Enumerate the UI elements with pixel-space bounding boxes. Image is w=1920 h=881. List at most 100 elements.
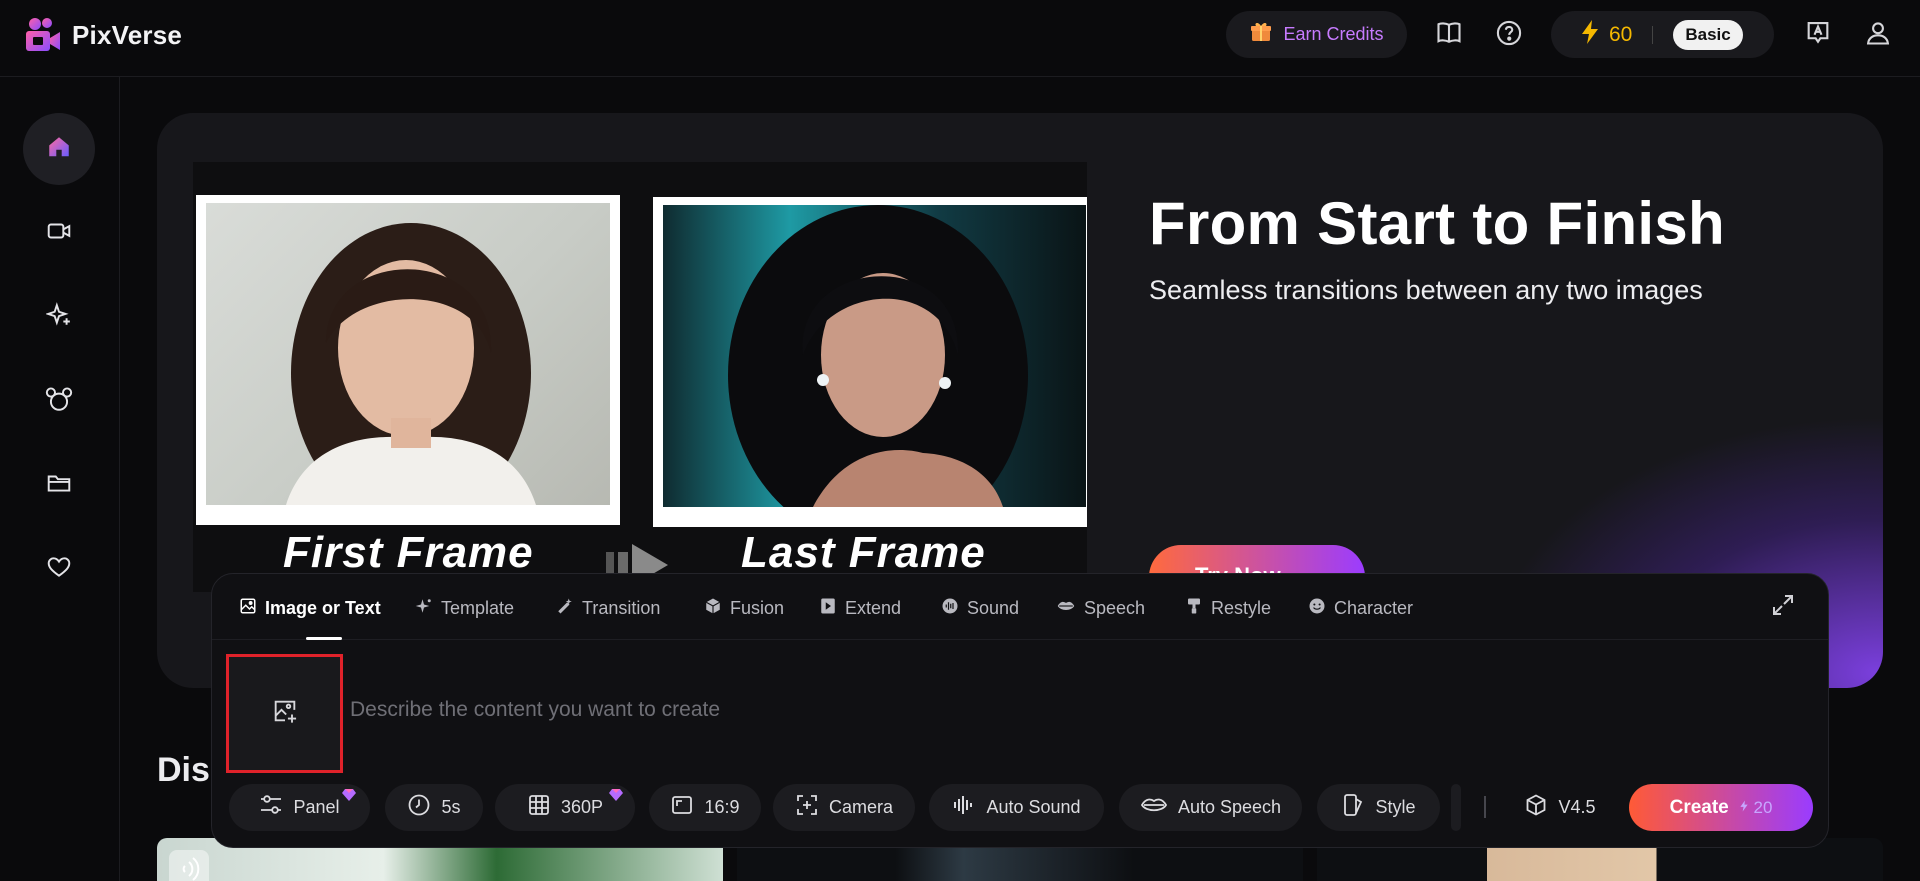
aspect-ratio-button[interactable]: 16:9 — [649, 784, 761, 831]
camera-label: Camera — [828, 797, 894, 817]
credits-count: 60 — [1609, 22, 1633, 46]
style-button[interactable]: Style — [1317, 784, 1440, 831]
more-options-peek[interactable] — [1451, 784, 1461, 831]
credits-divider — [1652, 25, 1654, 44]
composer-panel: Image or Text Template Transition Fusion… — [211, 573, 1829, 848]
create-button[interactable]: Create 20 — [1629, 784, 1813, 831]
tab-fusion[interactable]: Fusion — [704, 594, 784, 622]
user-icon — [1864, 19, 1892, 52]
hero-artwork: First Frame Last Frame — [193, 162, 1087, 592]
resolution-grid-icon — [527, 793, 551, 822]
cube-icon — [704, 597, 722, 620]
magic-wand-icon — [556, 597, 574, 620]
expand-icon — [1771, 593, 1795, 622]
auto-sound-button[interactable]: Auto Sound — [929, 784, 1104, 831]
tab-speech[interactable]: Speech — [1056, 594, 1145, 622]
language-icon — [1804, 19, 1832, 52]
home-icon — [46, 134, 72, 165]
create-cost-value: 20 — [1753, 797, 1773, 817]
tab-label: Fusion — [730, 597, 785, 618]
gift-icon — [1249, 20, 1273, 49]
lightning-icon — [1579, 19, 1601, 50]
book-icon — [1435, 19, 1463, 52]
user-profile-button[interactable] — [1858, 15, 1898, 55]
resolution-button[interactable]: 360P — [495, 784, 635, 831]
heart-icon — [46, 554, 72, 585]
tab-character[interactable]: Character — [1308, 594, 1413, 622]
sparkle-icon — [45, 301, 72, 333]
tab-label: Transition — [582, 597, 661, 618]
video-camera-icon — [46, 218, 72, 249]
sparkle-icon — [415, 597, 433, 620]
tab-extend[interactable]: Extend — [819, 594, 901, 622]
auto-speech-button[interactable]: Auto Speech — [1119, 784, 1302, 831]
model-version-button[interactable]: V4.5 — [1507, 784, 1613, 831]
earn-credits-button[interactable]: Earn Credits — [1226, 11, 1407, 58]
sound-wave-icon — [182, 857, 200, 881]
docs-book-button[interactable] — [1429, 15, 1469, 55]
first-frame-photo — [206, 203, 610, 505]
pixverse-logo-icon — [24, 16, 62, 54]
last-frame-card — [653, 197, 1087, 527]
tab-label: Restyle — [1211, 597, 1272, 618]
sidebar-item-favorites[interactable] — [23, 533, 95, 605]
aspect-ratio-icon — [670, 793, 694, 822]
mode-tabs: Image or Text Template Transition Fusion… — [212, 574, 1828, 640]
model-version-label: V4.5 — [1558, 797, 1596, 817]
image-icon — [239, 597, 257, 620]
sidebar-item-characters[interactable] — [23, 365, 95, 437]
camera-focus-icon — [795, 793, 819, 822]
image-upload-button[interactable] — [226, 654, 343, 773]
last-frame-label: Last Frame — [741, 528, 986, 577]
first-frame-label: First Frame — [283, 528, 534, 577]
create-label: Create — [1669, 796, 1729, 818]
lips-icon — [1140, 795, 1168, 820]
tab-image-or-text[interactable]: Image or Text — [239, 594, 381, 622]
resolution-label: 360P — [560, 797, 604, 817]
sound-badge — [169, 850, 209, 881]
tab-label: Template — [441, 597, 515, 618]
tab-label: Extend — [845, 597, 902, 618]
lightning-icon — [1740, 800, 1748, 811]
panel-label: Panel — [293, 797, 340, 817]
sidebar-item-home[interactable] — [23, 113, 95, 185]
sidebar-item-video[interactable] — [23, 197, 95, 269]
duration-button[interactable]: 5s — [385, 784, 483, 831]
plan-badge[interactable]: Basic — [1673, 19, 1743, 50]
panel-button[interactable]: Panel — [229, 784, 370, 831]
auto-sound-label: Auto Sound — [986, 797, 1081, 817]
camera-button[interactable]: Camera — [773, 784, 915, 831]
style-brush-icon — [1341, 793, 1365, 822]
sidebar-item-effects[interactable] — [23, 281, 95, 353]
tab-label: Character — [1334, 597, 1414, 618]
expand-button[interactable] — [1768, 592, 1798, 622]
folder-icon — [46, 470, 72, 501]
mouse-head-icon — [45, 386, 73, 417]
last-frame-photo — [663, 205, 1086, 507]
premium-gem-icon — [609, 789, 623, 801]
prompt-input[interactable] — [350, 694, 1650, 726]
clock-icon — [407, 793, 431, 822]
sidebar-item-assets[interactable] — [23, 449, 95, 521]
active-tab-indicator — [306, 637, 342, 640]
cube-outline-icon — [1524, 793, 1548, 822]
tab-template[interactable]: Template — [415, 594, 514, 622]
tab-restyle[interactable]: Restyle — [1185, 594, 1271, 622]
tab-label: Sound — [967, 597, 1020, 618]
translate-button[interactable] — [1798, 15, 1838, 55]
earn-credits-label: Earn Credits — [1283, 24, 1384, 44]
help-button[interactable] — [1489, 15, 1529, 55]
tab-transition[interactable]: Transition — [556, 594, 660, 622]
credits-pill[interactable]: 60 Basic — [1551, 11, 1774, 58]
duration-label: 5s — [441, 797, 461, 817]
first-frame-card — [196, 195, 620, 525]
logo-text: PixVerse — [72, 19, 183, 50]
sidebar — [0, 77, 120, 881]
discover-heading: Dis — [157, 751, 210, 789]
aspect-ratio-label: 16:9 — [704, 797, 740, 817]
premium-gem-icon — [342, 789, 356, 801]
logo[interactable]: PixVerse — [24, 16, 182, 54]
tab-label: Image or Text — [265, 597, 381, 618]
hero-subtitle: Seamless transitions between any two ima… — [1149, 275, 1703, 305]
tab-sound[interactable]: Sound — [941, 594, 1019, 622]
